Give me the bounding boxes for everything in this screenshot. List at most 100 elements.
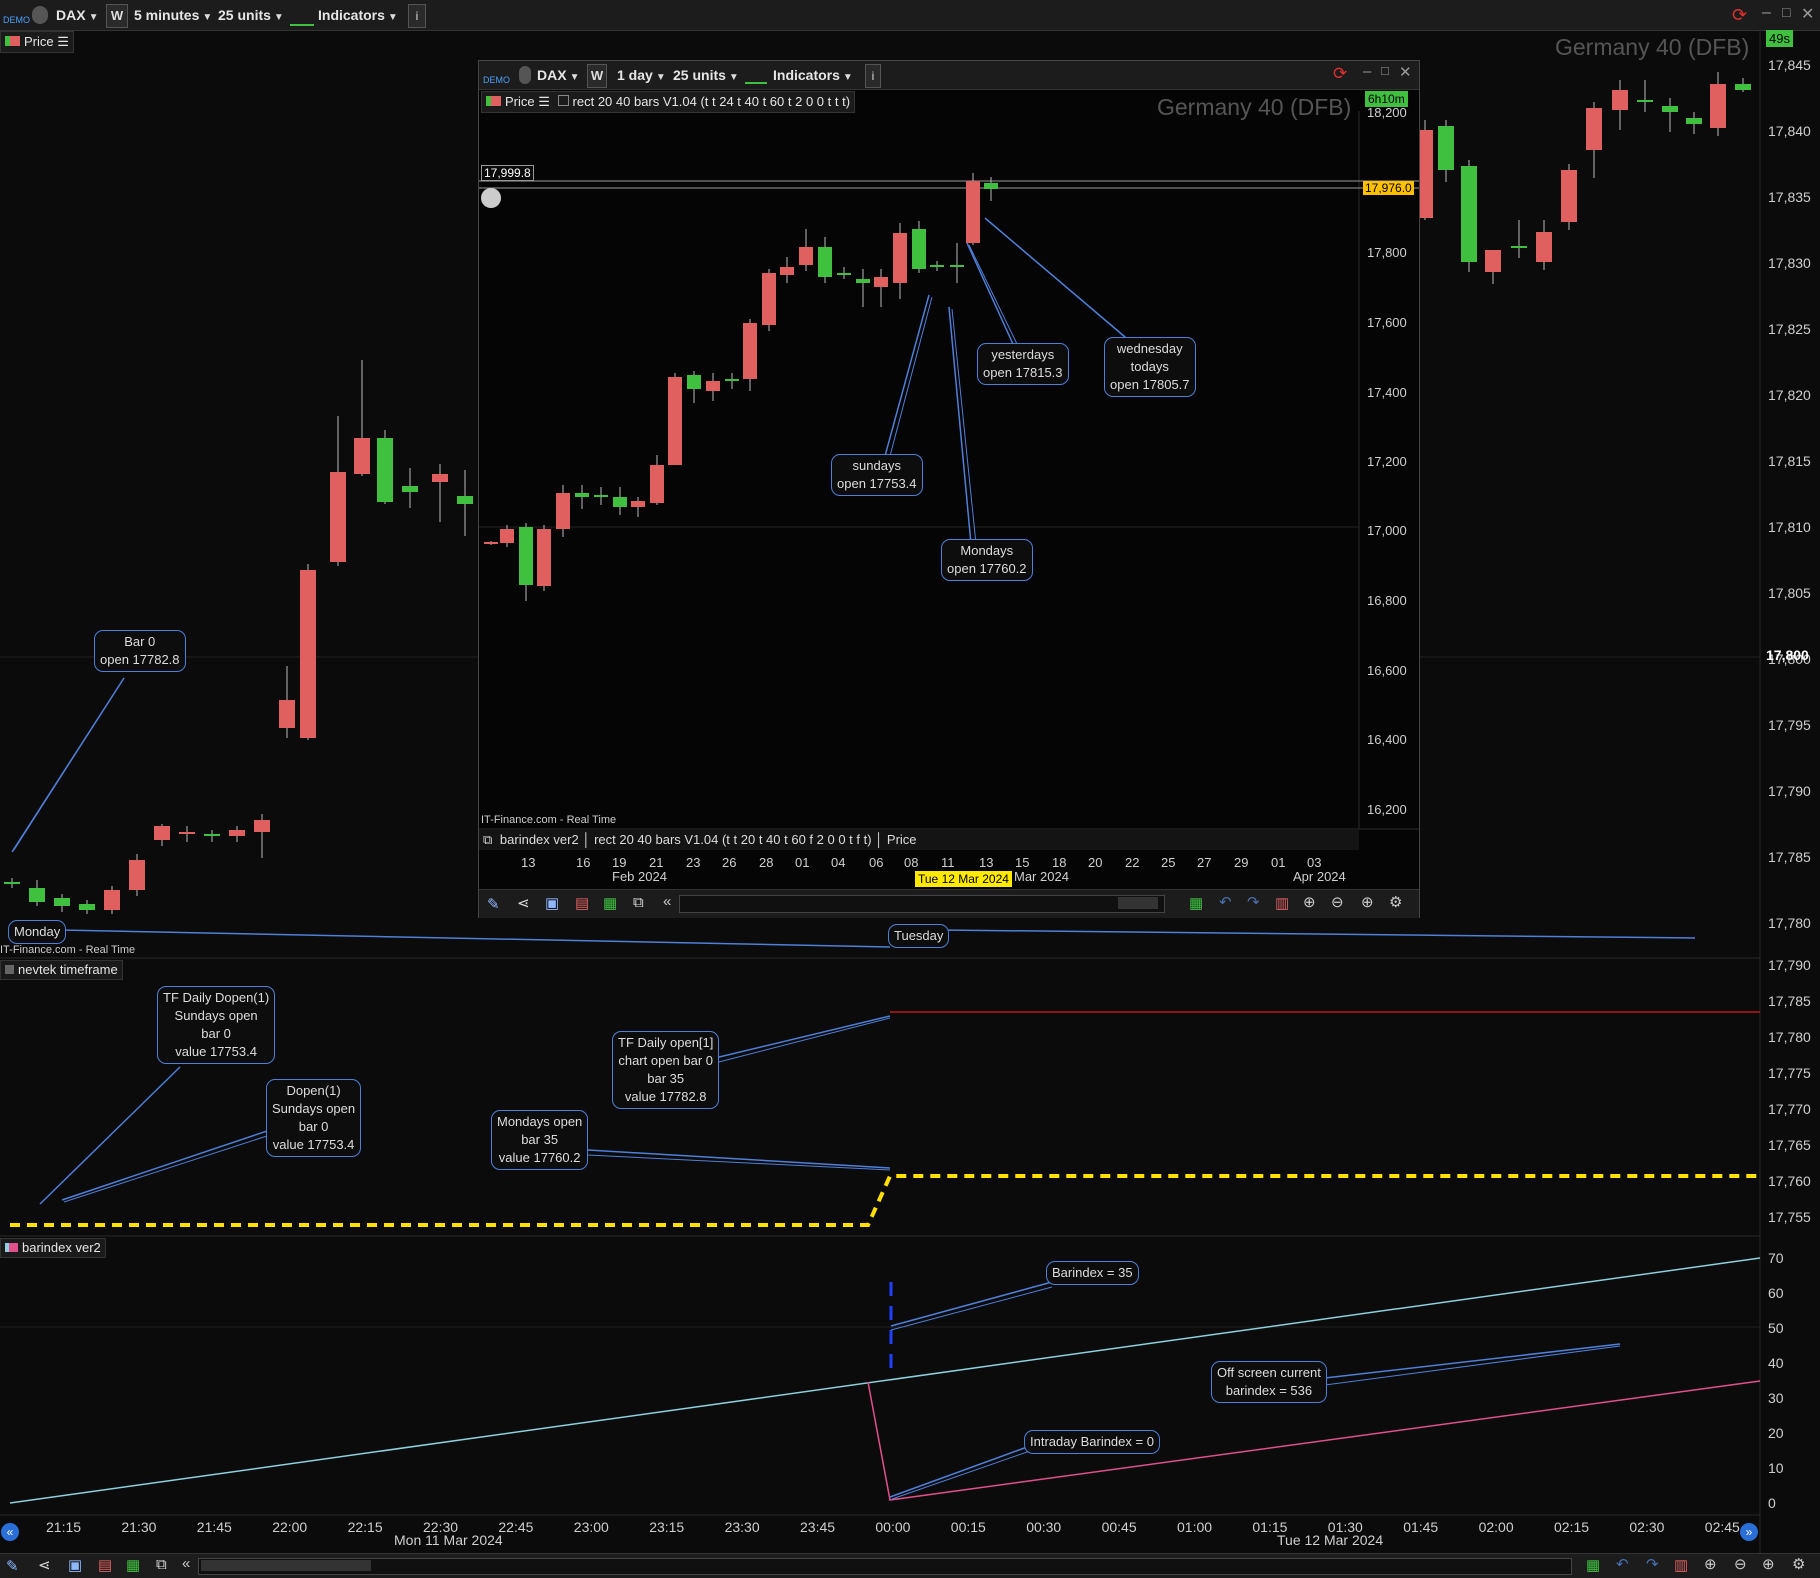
axis-label: 00:15 <box>950 1519 986 1535</box>
callout-tuesday: Tuesday <box>888 924 950 948</box>
candle-body <box>687 375 701 389</box>
axis-label: 21:30 <box>121 1519 157 1535</box>
date-label-mon: Mon 11 Mar 2024 <box>394 1532 503 1548</box>
axis-label: 17,845 <box>1768 57 1811 73</box>
callout-bar0: Bar 0 open 17782.8 <box>94 630 186 672</box>
axis-label: 50 <box>1768 1320 1784 1336</box>
candle-body <box>104 890 120 910</box>
draw-icon[interactable]: ✎ <box>6 1557 19 1575</box>
candle-body <box>279 700 295 728</box>
chart-tools-icon[interactable]: ▥ <box>1275 894 1289 912</box>
inner-chart-canvas[interactable] <box>479 61 1419 917</box>
zoom-out-icon[interactable]: ⊖ <box>1331 893 1344 911</box>
axis-label: 18 <box>1052 855 1067 870</box>
axis-label: 20 <box>1768 1425 1784 1441</box>
candle-body <box>613 497 627 507</box>
undo-icon[interactable]: ↶ <box>1219 893 1232 911</box>
scroll-thumb[interactable] <box>1118 897 1158 909</box>
candle-body <box>457 496 473 504</box>
calendar-icon[interactable]: ▦ <box>1586 1556 1600 1574</box>
daily-chart-window[interactable]: DEMO DAX ▼ W 1 day ▼ 25 units ▼ Indicators ▼… <box>478 60 1420 918</box>
candle-body <box>631 501 645 507</box>
callout-offscreen: Off screen current barindex = 536 <box>1211 1361 1327 1403</box>
axis-label: 60 <box>1768 1285 1784 1301</box>
axis-label: 22:45 <box>498 1519 534 1535</box>
axis-label: 01 <box>1271 855 1286 870</box>
tab-barindex[interactable]: barindex ver2 <box>500 832 579 847</box>
axis-label: 17,780 <box>1768 1029 1811 1045</box>
grid-icon[interactable]: ▦ <box>126 1556 140 1574</box>
undo-icon[interactable]: ↶ <box>1616 1555 1629 1573</box>
rewind-icon[interactable]: « <box>663 893 671 910</box>
candle-body <box>799 247 813 265</box>
axis-label: 16 <box>576 855 591 870</box>
axis-label: 11 <box>941 855 955 870</box>
scroll-track[interactable] <box>198 1558 1572 1575</box>
inner-bottom-tabs[interactable]: ⧉ barindex ver2 │ rect 20 40 bars V1.04 … <box>479 830 1359 850</box>
current-price-label: 17,976.0 <box>1363 181 1414 195</box>
level-label[interactable]: 17,999.8 <box>481 165 534 181</box>
axis-label: 04 <box>831 855 846 870</box>
candle-body <box>837 273 851 275</box>
panel-icon <box>5 1243 18 1252</box>
panel-title-nevtek[interactable]: nevtek timeframe <box>0 960 123 980</box>
window-icon[interactable]: ⧉ <box>156 1556 167 1573</box>
axis-label: 17,835 <box>1768 189 1811 205</box>
month-mar: Mar 2024 <box>1014 869 1069 884</box>
redo-icon[interactable]: ↷ <box>1646 1555 1659 1573</box>
candle-body <box>29 888 45 902</box>
axis-label: 26 <box>722 855 737 870</box>
axis-label: 17,200 <box>1367 454 1407 469</box>
zoom-fit-icon[interactable]: ⊕ <box>1704 1555 1717 1573</box>
candle-body <box>402 486 418 492</box>
zoom-in-icon[interactable]: ⊕ <box>1361 893 1374 911</box>
zoom-in-icon[interactable]: ⊕ <box>1762 1555 1775 1573</box>
share-icon[interactable]: ⋖ <box>38 1556 51 1574</box>
scroll-track[interactable] <box>679 895 1165 913</box>
share-icon[interactable]: ⋖ <box>517 894 530 912</box>
scroll-right-button[interactable]: » <box>1740 1523 1758 1541</box>
draw-icon[interactable]: ✎ <box>487 895 500 913</box>
calendar-icon[interactable]: ▦ <box>1189 894 1203 912</box>
candle-body <box>354 438 370 474</box>
candle-body <box>668 377 682 465</box>
redo-icon[interactable]: ↷ <box>1247 893 1260 911</box>
chat-icon[interactable]: ▣ <box>68 1556 82 1574</box>
candle-body <box>79 904 95 910</box>
zoom-fit-icon[interactable]: ⊕ <box>1303 893 1316 911</box>
callout-wednesday: wednesday todays open 17805.7 <box>1104 337 1196 397</box>
candle-body <box>780 267 794 275</box>
candle-body <box>984 183 998 189</box>
candle-body <box>254 820 270 832</box>
tab-price[interactable]: Price <box>887 832 917 847</box>
scroll-thumb[interactable] <box>201 1560 371 1571</box>
scroll-left-button[interactable]: « <box>1 1523 19 1541</box>
axis-label: 01:45 <box>1403 1519 1439 1535</box>
candle-body <box>930 265 944 267</box>
axis-label: 03 <box>1307 855 1322 870</box>
tab-rect[interactable]: rect 20 40 bars V1.04 (t t 20 t 40 t 60 … <box>594 832 872 847</box>
chat-icon[interactable]: ▣ <box>545 894 559 912</box>
candle-body <box>1735 84 1751 90</box>
candle-body <box>1438 126 1454 170</box>
chart-tools-icon[interactable]: ▥ <box>1674 1556 1688 1574</box>
candle-body <box>179 832 195 834</box>
candle-body <box>377 438 393 502</box>
rewind-icon[interactable]: « <box>182 1555 190 1572</box>
grid-icon[interactable]: ▦ <box>603 894 617 912</box>
zoom-out-icon[interactable]: ⊖ <box>1734 1555 1747 1573</box>
candle-body <box>725 379 739 381</box>
panel-title-barindex[interactable]: barindex ver2 <box>0 1238 106 1258</box>
settings-icon[interactable]: ⚙ <box>1792 1555 1805 1573</box>
axis-label: 17,830 <box>1768 255 1811 271</box>
axis-label: 00:45 <box>1101 1519 1137 1535</box>
list-icon[interactable]: ▤ <box>98 1556 112 1574</box>
callout-intraday: Intraday Barindex = 0 <box>1024 1430 1160 1454</box>
axis-label: 02:30 <box>1629 1519 1665 1535</box>
list-icon[interactable]: ▤ <box>575 894 589 912</box>
window-icon[interactable]: ⧉ <box>633 894 644 911</box>
settings-icon[interactable]: ⚙ <box>1389 893 1402 911</box>
candle-body <box>1686 118 1702 124</box>
axis-label: 17,770 <box>1768 1101 1811 1117</box>
candle-body <box>1485 250 1501 272</box>
